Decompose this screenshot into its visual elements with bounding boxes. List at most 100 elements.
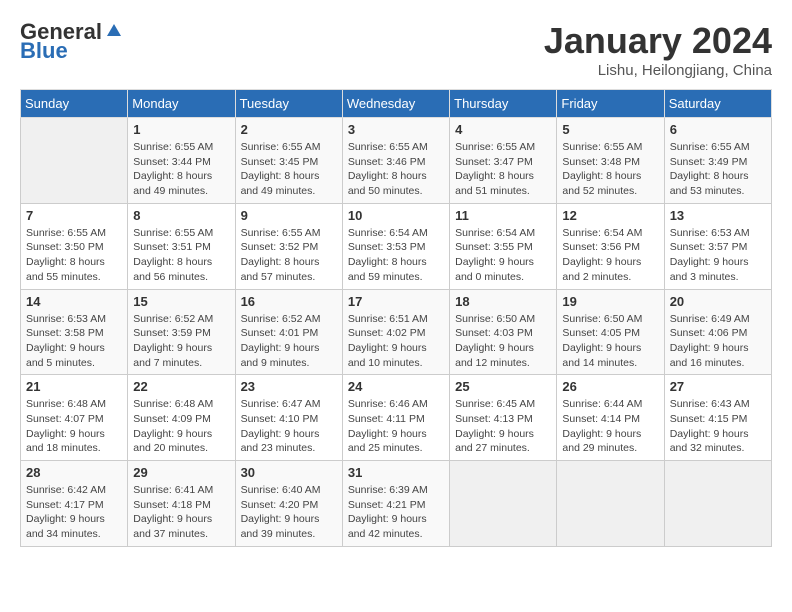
day-info: Sunrise: 6:40 AMSunset: 4:20 PMDaylight:… (241, 483, 337, 542)
day-info: Sunrise: 6:55 AMSunset: 3:52 PMDaylight:… (241, 226, 337, 285)
header-friday: Friday (557, 90, 664, 118)
calendar-cell: 29Sunrise: 6:41 AMSunset: 4:18 PMDayligh… (128, 461, 235, 547)
header-tuesday: Tuesday (235, 90, 342, 118)
day-info: Sunrise: 6:48 AMSunset: 4:07 PMDaylight:… (26, 397, 122, 456)
week-row-1: 1Sunrise: 6:55 AMSunset: 3:44 PMDaylight… (21, 118, 772, 204)
calendar-cell: 27 Sunrise: 6:43 AMSunset: 4:15 PMDayligh… (664, 375, 771, 461)
calendar-cell: 3 Sunrise: 6:55 AMSunset: 3:46 PMDaylight… (342, 118, 449, 204)
calendar-table: SundayMondayTuesdayWednesdayThursdayFrid… (20, 89, 772, 547)
day-info: Sunrise: 6:55 AMSunset: 3:50 PMDaylight:… (26, 226, 122, 285)
day-info: Sunrise: 6:46 AMSunset: 4:11 PMDaylight:… (348, 397, 444, 456)
day-info: Sunrise: 6:48 AMSunset: 4:09 PMDaylight:… (133, 397, 229, 456)
day-number: 22 (133, 379, 229, 394)
calendar-cell: 28Sunrise: 6:42 AMSunset: 4:17 PMDayligh… (21, 461, 128, 547)
day-number: 6 (670, 122, 766, 137)
day-number: 10 (348, 208, 444, 223)
calendar-cell: 26 Sunrise: 6:44 AMSunset: 4:14 PMDayligh… (557, 375, 664, 461)
day-number: 15 (133, 294, 229, 309)
day-info: Sunrise: 6:55 AMSunset: 3:45 PMDaylight:… (241, 140, 337, 199)
day-info: Sunrise: 6:55 AMSunset: 3:46 PMDaylight:… (348, 140, 444, 199)
day-number: 21 (26, 379, 122, 394)
calendar-cell (664, 461, 771, 547)
week-row-5: 28Sunrise: 6:42 AMSunset: 4:17 PMDayligh… (21, 461, 772, 547)
calendar-header-row: SundayMondayTuesdayWednesdayThursdayFrid… (21, 90, 772, 118)
calendar-cell (450, 461, 557, 547)
calendar-cell: 10 Sunrise: 6:54 AMSunset: 3:53 PMDayligh… (342, 203, 449, 289)
calendar-cell: 1Sunrise: 6:55 AMSunset: 3:44 PMDaylight… (128, 118, 235, 204)
day-info: Sunrise: 6:54 AMSunset: 3:55 PMDaylight:… (455, 226, 551, 285)
header-thursday: Thursday (450, 90, 557, 118)
calendar-cell: 9 Sunrise: 6:55 AMSunset: 3:52 PMDaylight… (235, 203, 342, 289)
calendar-cell (557, 461, 664, 547)
calendar-cell: 25Sunrise: 6:45 AMSunset: 4:13 PMDayligh… (450, 375, 557, 461)
header-saturday: Saturday (664, 90, 771, 118)
day-info: Sunrise: 6:55 AMSunset: 3:48 PMDaylight:… (562, 140, 658, 199)
calendar-cell: 5Sunrise: 6:55 AMSunset: 3:48 PMDaylight… (557, 118, 664, 204)
week-row-3: 14Sunrise: 6:53 AMSunset: 3:58 PMDayligh… (21, 289, 772, 375)
day-number: 20 (670, 294, 766, 309)
day-info: Sunrise: 6:53 AMSunset: 3:58 PMDaylight:… (26, 312, 122, 371)
day-number: 2 (241, 122, 337, 137)
calendar-cell: 31 Sunrise: 6:39 AMSunset: 4:21 PMDayligh… (342, 461, 449, 547)
day-info: Sunrise: 6:42 AMSunset: 4:17 PMDaylight:… (26, 483, 122, 542)
day-info: Sunrise: 6:52 AMSunset: 3:59 PMDaylight:… (133, 312, 229, 371)
page-header: General Blue January 2024 Lishu, Heilong… (20, 20, 772, 79)
day-number: 31 (348, 465, 444, 480)
day-info: Sunrise: 6:54 AMSunset: 3:53 PMDaylight:… (348, 226, 444, 285)
calendar-cell: 14Sunrise: 6:53 AMSunset: 3:58 PMDayligh… (21, 289, 128, 375)
day-info: Sunrise: 6:54 AMSunset: 3:56 PMDaylight:… (562, 226, 658, 285)
day-number: 23 (241, 379, 337, 394)
day-number: 7 (26, 208, 122, 223)
calendar-cell: 20 Sunrise: 6:49 AMSunset: 4:06 PMDayligh… (664, 289, 771, 375)
location: Lishu, Heilongjiang, China (544, 62, 772, 79)
calendar-cell: 4 Sunrise: 6:55 AMSunset: 3:47 PMDaylight… (450, 118, 557, 204)
calendar-cell: 23 Sunrise: 6:47 AMSunset: 4:10 PMDayligh… (235, 375, 342, 461)
day-info: Sunrise: 6:50 AMSunset: 4:03 PMDaylight:… (455, 312, 551, 371)
calendar-cell: 8Sunrise: 6:55 AMSunset: 3:51 PMDaylight… (128, 203, 235, 289)
day-number: 3 (348, 122, 444, 137)
day-number: 18 (455, 294, 551, 309)
calendar-cell: 2 Sunrise: 6:55 AMSunset: 3:45 PMDaylight… (235, 118, 342, 204)
day-info: Sunrise: 6:44 AMSunset: 4:14 PMDaylight:… (562, 397, 658, 456)
day-info: Sunrise: 6:47 AMSunset: 4:10 PMDaylight:… (241, 397, 337, 456)
month-title: January 2024 (544, 20, 772, 62)
day-number: 29 (133, 465, 229, 480)
day-info: Sunrise: 6:39 AMSunset: 4:21 PMDaylight:… (348, 483, 444, 542)
day-info: Sunrise: 6:55 AMSunset: 3:47 PMDaylight:… (455, 140, 551, 199)
day-number: 19 (562, 294, 658, 309)
logo: General Blue (20, 20, 123, 62)
calendar-cell: 15 Sunrise: 6:52 AMSunset: 3:59 PMDayligh… (128, 289, 235, 375)
week-row-2: 7 Sunrise: 6:55 AMSunset: 3:50 PMDaylight… (21, 203, 772, 289)
day-number: 16 (241, 294, 337, 309)
day-number: 25 (455, 379, 551, 394)
day-number: 9 (241, 208, 337, 223)
day-info: Sunrise: 6:55 AMSunset: 3:44 PMDaylight:… (133, 140, 229, 199)
calendar-cell: 18 Sunrise: 6:50 AMSunset: 4:03 PMDayligh… (450, 289, 557, 375)
header-monday: Monday (128, 90, 235, 118)
day-number: 11 (455, 208, 551, 223)
day-info: Sunrise: 6:53 AMSunset: 3:57 PMDaylight:… (670, 226, 766, 285)
day-info: Sunrise: 6:49 AMSunset: 4:06 PMDaylight:… (670, 312, 766, 371)
calendar-cell: 16 Sunrise: 6:52 AMSunset: 4:01 PMDayligh… (235, 289, 342, 375)
day-info: Sunrise: 6:55 AMSunset: 3:49 PMDaylight:… (670, 140, 766, 199)
day-info: Sunrise: 6:52 AMSunset: 4:01 PMDaylight:… (241, 312, 337, 371)
calendar-cell: 19Sunrise: 6:50 AMSunset: 4:05 PMDayligh… (557, 289, 664, 375)
calendar-cell: 21 Sunrise: 6:48 AMSunset: 4:07 PMDayligh… (21, 375, 128, 461)
title-section: January 2024 Lishu, Heilongjiang, China (544, 20, 772, 79)
day-info: Sunrise: 6:43 AMSunset: 4:15 PMDaylight:… (670, 397, 766, 456)
day-number: 26 (562, 379, 658, 394)
calendar-cell: 30Sunrise: 6:40 AMSunset: 4:20 PMDayligh… (235, 461, 342, 547)
day-number: 13 (670, 208, 766, 223)
calendar-cell: 22 Sunrise: 6:48 AMSunset: 4:09 PMDayligh… (128, 375, 235, 461)
day-info: Sunrise: 6:51 AMSunset: 4:02 PMDaylight:… (348, 312, 444, 371)
header-sunday: Sunday (21, 90, 128, 118)
calendar-cell: 24 Sunrise: 6:46 AMSunset: 4:11 PMDayligh… (342, 375, 449, 461)
day-number: 4 (455, 122, 551, 137)
day-number: 27 (670, 379, 766, 394)
calendar-cell: 13 Sunrise: 6:53 AMSunset: 3:57 PMDayligh… (664, 203, 771, 289)
day-number: 17 (348, 294, 444, 309)
header-wednesday: Wednesday (342, 90, 449, 118)
day-number: 24 (348, 379, 444, 394)
calendar-cell: 17 Sunrise: 6:51 AMSunset: 4:02 PMDayligh… (342, 289, 449, 375)
calendar-cell: 7 Sunrise: 6:55 AMSunset: 3:50 PMDaylight… (21, 203, 128, 289)
